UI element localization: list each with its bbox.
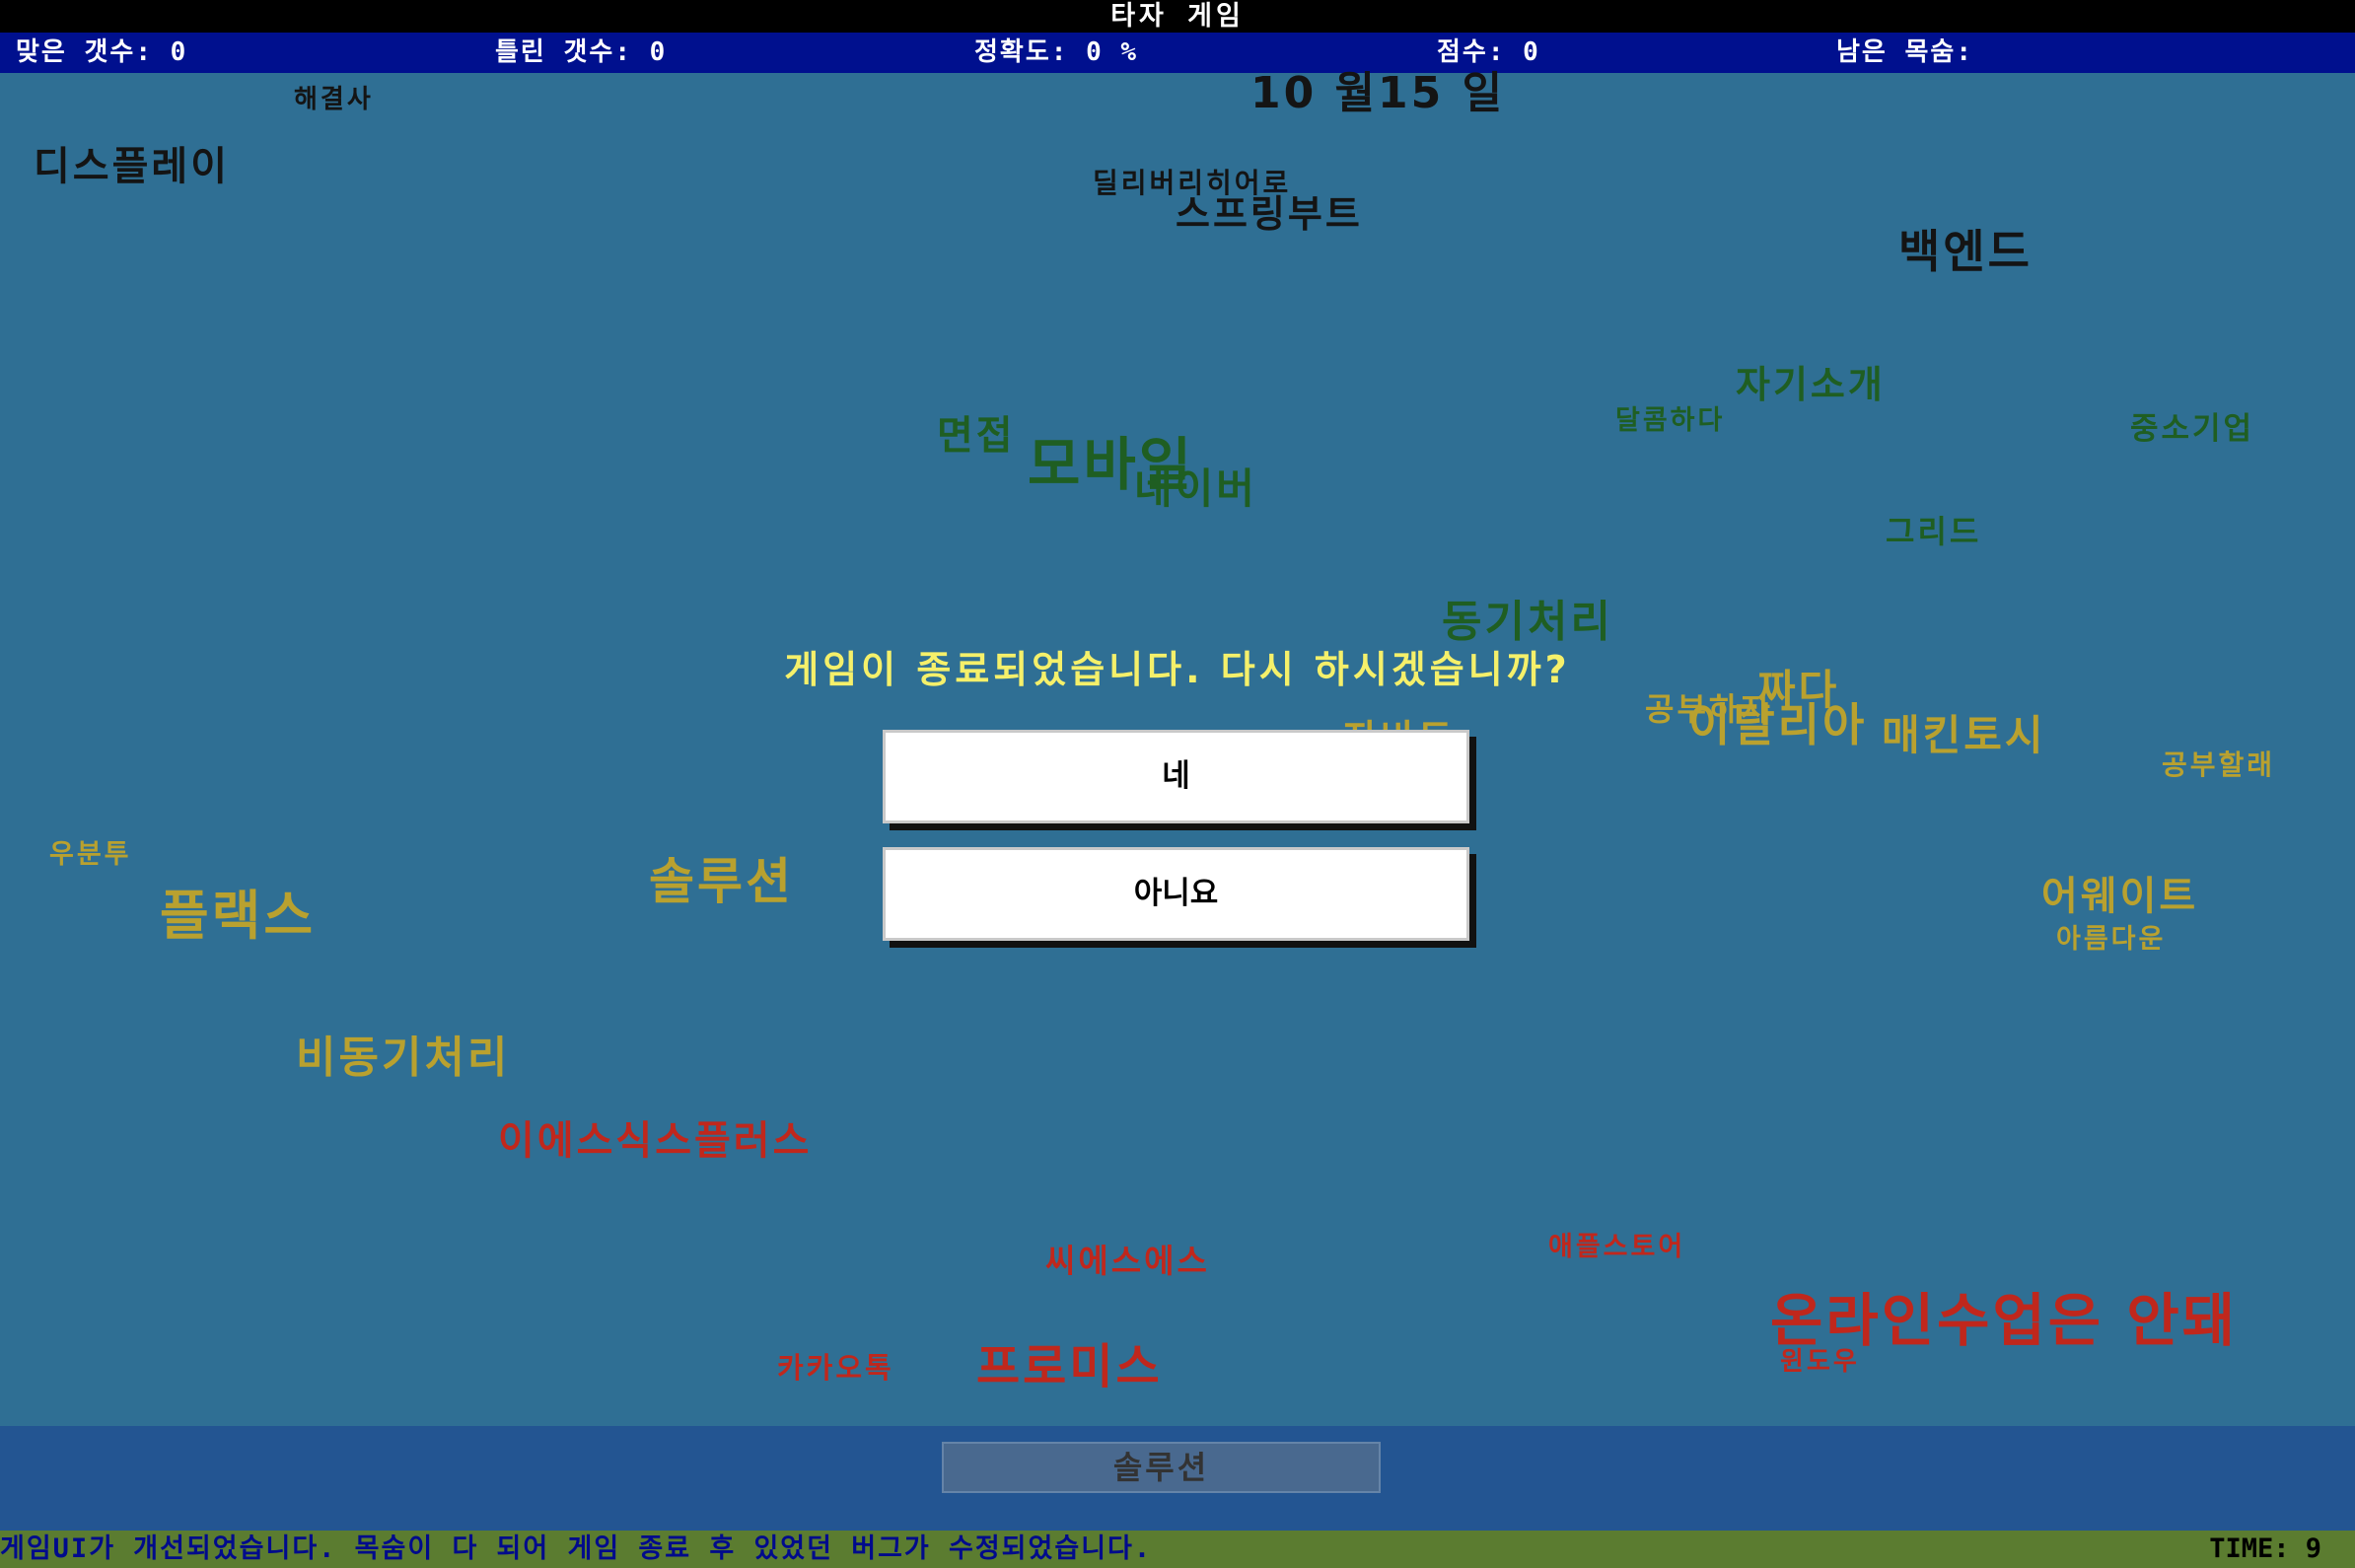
falling-word: 자기소개 [1736,363,1886,406]
wrong-count-label: 틀린 갯수: [495,37,632,67]
window-title: 타자 게임 [0,0,2355,33]
falling-word: 이에스식스플러스 [498,1118,813,1164]
timer-value: 9 [2305,1533,2321,1564]
accuracy-value: 0 % [1086,37,1139,67]
falling-word: 솔루션 [649,853,794,910]
timer-label: TIME: [2209,1533,2290,1564]
falling-word: 매킨토시 [1882,711,2046,759]
correct-count-label: 맞은 갯수: [16,37,153,67]
accuracy: 정확도: 0 % [974,33,1138,73]
falling-word: 달콤하다 [1615,405,1726,436]
falling-word: 백엔드 [1898,225,2033,278]
falling-word: 아름다운 [2056,924,2167,955]
falling-word: 어웨이트 [2041,874,2199,919]
falling-word: 씨에스에스 [1045,1242,1210,1280]
falling-word: 우분투 [49,839,132,870]
wrong-count-value: 0 [649,37,668,67]
falling-word: 공부할래 [2162,748,2276,781]
notice-bar: 게임UI가 개선되었습니다. 목숨이 다 되어 게임 종료 후 있었던 버그가 … [0,1531,2355,1568]
falling-word: 카카오톡 [777,1351,894,1385]
yes-button[interactable]: 네 [883,730,1469,823]
correct-count-value: 0 [170,37,188,67]
lives: 남은 목숨: [1836,33,1973,73]
game-over-message: 게임이 종료되었습니다. 다시 하시겠습니까? [784,648,1571,691]
falling-word: 면접 [937,413,1016,459]
falling-word: 중소기업 [2130,411,2255,447]
lives-label: 남은 목숨: [1836,37,1973,67]
falling-word: 네이버 [1134,464,1257,513]
falling-word: 애플스토어 [1548,1232,1686,1262]
falling-word: 해결사 [294,85,374,114]
falling-word: 그리드 [1886,513,1982,550]
no-button[interactable]: 아니요 [883,847,1469,941]
input-bar: 솔루션 [0,1426,2355,1531]
notice-text: 게임UI가 개선되었습니다. 목숨이 다 되어 게임 종료 후 있었던 버그가 … [0,1533,1153,1564]
answer-input[interactable]: 솔루션 [942,1442,1381,1493]
accuracy-label: 정확도: [974,37,1069,67]
status-bar: 맞은 갯수: 0 틀린 갯수: 0 정확도: 0 % 점수: 0 남은 목숨: [0,33,2355,73]
falling-word: 10 월15 일 [1250,68,1506,118]
falling-word: 프로미스 [976,1339,1163,1394]
falling-word: 스프링부트 [1176,192,1363,236]
falling-word: 비동기처리 [296,1033,511,1083]
score-value: 0 [1523,37,1540,67]
falling-word: 디스플레이 [34,144,230,189]
correct-count: 맞은 갯수: 0 [16,33,187,73]
falling-word: 플랙스 [160,885,317,947]
wrong-count: 틀린 갯수: 0 [495,33,667,73]
timer: TIME: 9 [2209,1531,2321,1568]
falling-word: 윈도우 [1780,1347,1860,1377]
falling-word: 이탈리아 [1688,698,1868,751]
